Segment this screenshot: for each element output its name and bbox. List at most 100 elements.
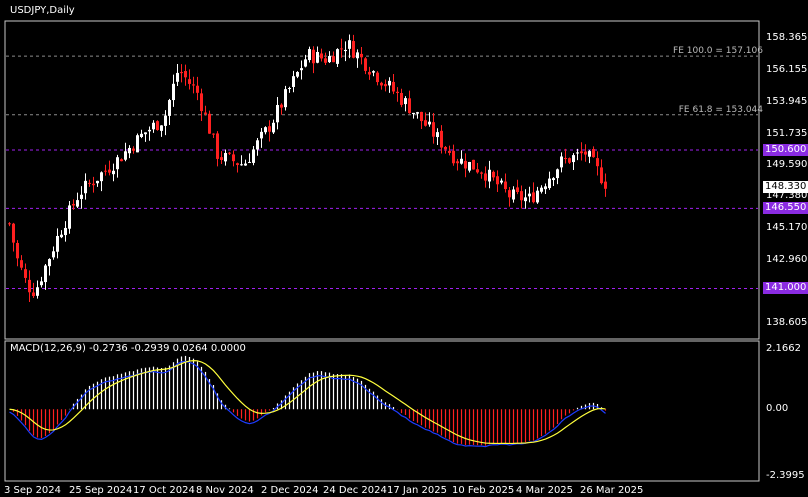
candle-body bbox=[228, 152, 231, 154]
candle-body bbox=[528, 193, 531, 197]
candle-body bbox=[388, 80, 391, 86]
candle-body bbox=[432, 122, 435, 137]
candle-body bbox=[224, 153, 227, 162]
candle-body bbox=[20, 260, 23, 268]
candle-body bbox=[64, 227, 67, 236]
candle-body bbox=[184, 71, 187, 78]
price-chart[interactable] bbox=[0, 0, 808, 497]
candle-body bbox=[580, 151, 583, 154]
candle-body bbox=[552, 178, 555, 181]
candle-body bbox=[516, 187, 519, 193]
candle-body bbox=[44, 265, 47, 283]
candle-body bbox=[120, 159, 123, 162]
candle-body bbox=[396, 91, 399, 93]
candle-body bbox=[80, 194, 83, 199]
candle-body bbox=[544, 186, 547, 190]
candle-body bbox=[204, 112, 207, 114]
candle-body bbox=[484, 173, 487, 181]
time-tick-label: 3 Sep 2024 bbox=[4, 485, 62, 496]
candle-body bbox=[156, 121, 159, 131]
candle-body bbox=[176, 72, 179, 82]
candle-body bbox=[216, 133, 219, 159]
level-label-fe618: FE 61.8 = 153.044 bbox=[678, 104, 763, 115]
candle-body bbox=[276, 105, 279, 123]
candle-body bbox=[324, 58, 327, 63]
candle-body bbox=[460, 158, 463, 164]
candle-body bbox=[304, 59, 307, 67]
level-tag-res1: 150.600 bbox=[763, 143, 808, 156]
candle-body bbox=[232, 154, 235, 162]
candle-body bbox=[96, 180, 99, 184]
candle-body bbox=[188, 79, 191, 84]
candle-body bbox=[420, 111, 423, 122]
level-tag-sup1: 146.550 bbox=[763, 202, 808, 215]
signal-line bbox=[9, 359, 606, 445]
price-tick-label: 142.960 bbox=[766, 254, 808, 266]
candle-body bbox=[288, 88, 291, 90]
candle-body bbox=[548, 178, 551, 189]
candle-body bbox=[108, 169, 111, 173]
price-tick-label: 149.590 bbox=[766, 158, 808, 170]
price-tick-label: 151.735 bbox=[766, 127, 808, 139]
candle-body bbox=[104, 170, 107, 172]
candle-body bbox=[296, 72, 299, 77]
candle-body bbox=[524, 197, 527, 202]
level-tag-sup2: 141.000 bbox=[763, 282, 808, 295]
candle-body bbox=[192, 84, 195, 86]
candle-body bbox=[536, 190, 539, 203]
candle-body bbox=[240, 164, 243, 166]
time-tick-label: 2 Dec 2024 bbox=[261, 485, 319, 496]
candle-body bbox=[472, 159, 475, 170]
candle-body bbox=[68, 205, 71, 229]
time-tick-label: 17 Jan 2025 bbox=[387, 485, 447, 496]
candle-body bbox=[172, 83, 175, 101]
candle-body bbox=[340, 48, 343, 50]
candle-body bbox=[588, 151, 591, 157]
candle-body bbox=[300, 68, 303, 71]
candle-body bbox=[92, 183, 95, 186]
macd-tick-label: 0.00 bbox=[766, 403, 789, 415]
candle-body bbox=[416, 112, 419, 114]
candle-body bbox=[572, 155, 575, 163]
candle-body bbox=[496, 176, 499, 185]
candle-body bbox=[140, 133, 143, 137]
candle-body bbox=[160, 125, 163, 131]
candle-body bbox=[424, 120, 427, 126]
time-tick-label: 25 Sep 2024 bbox=[69, 485, 133, 496]
candle-body bbox=[284, 89, 287, 108]
macd-label: MACD(12,26,9) -0.2736 -0.2939 0.0264 0.0… bbox=[10, 343, 246, 354]
candle-body bbox=[504, 181, 507, 190]
time-tick-label: 8 Nov 2024 bbox=[196, 485, 254, 496]
macd-tick-label: -2.3995 bbox=[766, 469, 805, 481]
candle-body bbox=[500, 180, 503, 183]
candle-body bbox=[196, 85, 199, 93]
candle-body bbox=[532, 192, 535, 203]
candle-body bbox=[356, 52, 359, 59]
macd-line bbox=[9, 360, 606, 448]
candle-body bbox=[60, 234, 63, 238]
candle-body bbox=[448, 150, 451, 153]
candle-body bbox=[36, 287, 39, 296]
candle-body bbox=[452, 150, 455, 164]
candle-body bbox=[144, 132, 147, 135]
candle-body bbox=[320, 53, 323, 59]
main-panel-frame bbox=[4, 20, 760, 340]
candle-body bbox=[236, 163, 239, 165]
candle-body bbox=[512, 189, 515, 200]
candle-body bbox=[556, 169, 559, 179]
candle-body bbox=[384, 84, 387, 87]
candle-body bbox=[428, 121, 431, 125]
candle-body bbox=[368, 71, 371, 75]
candle-body bbox=[280, 104, 283, 108]
candle-body bbox=[32, 292, 35, 297]
candle-body bbox=[152, 122, 155, 130]
candle-body bbox=[344, 49, 347, 52]
macd-panel-frame bbox=[4, 340, 760, 482]
candle-body bbox=[360, 53, 363, 58]
candle-body bbox=[444, 146, 447, 150]
candle-body bbox=[604, 181, 607, 189]
candle-body bbox=[576, 152, 579, 154]
candle-body bbox=[40, 281, 43, 286]
candle-body bbox=[52, 251, 55, 258]
candle-body bbox=[592, 148, 595, 158]
